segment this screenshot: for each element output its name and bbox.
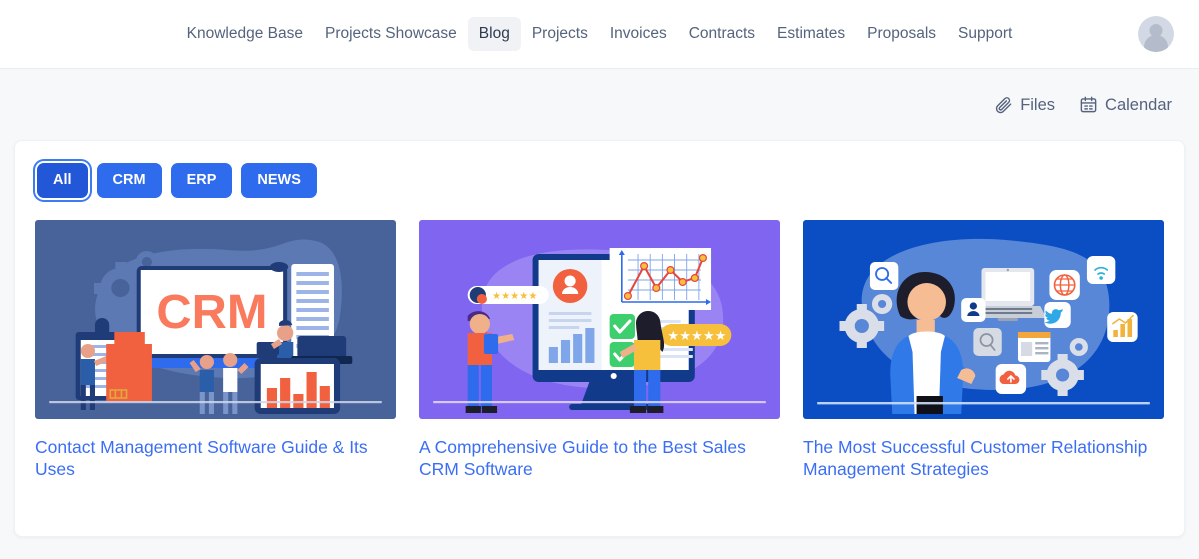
blog-panel: All CRM ERP NEWS CRM Contact Management … xyxy=(14,140,1185,537)
avatar-body-shape xyxy=(1144,35,1168,52)
top-navigation-bar: Knowledge Base Projects Showcase Blog Pr… xyxy=(0,0,1199,69)
blog-post-card[interactable]: CRM Contact Management Software Guide & … xyxy=(35,220,396,480)
nav-item-projects[interactable]: Projects xyxy=(521,17,599,51)
sales-dashboard-illustration: ★★★★★ ★★★★★ xyxy=(419,220,780,419)
paperclip-icon xyxy=(994,95,1013,114)
customer-relationship-illustration xyxy=(803,220,1164,419)
svg-text:★★★★★: ★★★★★ xyxy=(667,328,726,343)
calendar-button[interactable]: Calendar xyxy=(1079,95,1172,115)
nav-item-proposals[interactable]: Proposals xyxy=(856,17,947,51)
blog-post-title[interactable]: A Comprehensive Guide to the Best Sales … xyxy=(419,436,780,480)
nav-item-support[interactable]: Support xyxy=(947,17,1023,51)
user-avatar[interactable] xyxy=(1138,16,1174,52)
nav-menu: Knowledge Base Projects Showcase Blog Pr… xyxy=(176,17,1024,51)
files-label: Files xyxy=(1020,95,1056,114)
calendar-icon xyxy=(1079,95,1098,114)
nav-item-contracts[interactable]: Contracts xyxy=(678,17,766,51)
nav-item-estimates[interactable]: Estimates xyxy=(766,17,856,51)
calendar-label: Calendar xyxy=(1105,95,1172,114)
filter-chip-crm[interactable]: CRM xyxy=(96,163,162,198)
blog-post-title[interactable]: Contact Management Software Guide & Its … xyxy=(35,436,396,480)
nav-item-blog[interactable]: Blog xyxy=(467,17,521,51)
blog-post-title[interactable]: The Most Successful Customer Relationshi… xyxy=(803,436,1164,480)
filter-chip-all[interactable]: All xyxy=(37,163,88,198)
filter-chip-erp[interactable]: ERP xyxy=(170,163,233,198)
nav-item-projects-showcase[interactable]: Projects Showcase xyxy=(314,17,468,51)
svg-text:★★★★★: ★★★★★ xyxy=(492,291,537,302)
blog-post-card[interactable]: The Most Successful Customer Relationshi… xyxy=(803,220,1164,480)
blog-post-card[interactable]: ★★★★★ ★★★★★ A Comprehensive Guide to the… xyxy=(419,220,780,480)
blog-post-grid: CRM Contact Management Software Guide & … xyxy=(35,220,1164,480)
category-filter-group: All CRM ERP NEWS xyxy=(35,163,1164,198)
nav-item-knowledge-base[interactable]: Knowledge Base xyxy=(176,17,314,51)
filter-chip-news[interactable]: NEWS xyxy=(241,163,317,198)
files-button[interactable]: Files xyxy=(994,95,1055,115)
crm-monitor-illustration: CRM xyxy=(35,220,396,419)
page-actions-row: Files Calendar xyxy=(0,69,1199,140)
nav-item-invoices[interactable]: Invoices xyxy=(599,17,678,51)
svg-text:CRM: CRM xyxy=(156,285,267,339)
